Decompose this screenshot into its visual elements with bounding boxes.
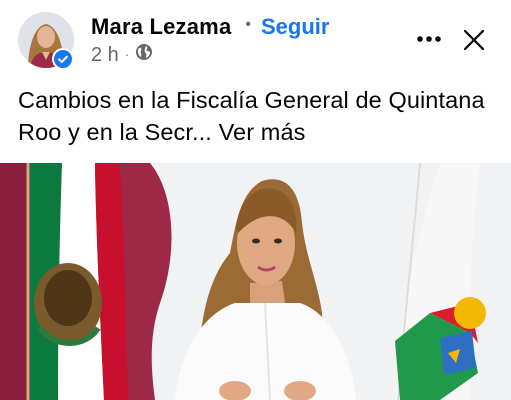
close-icon [463, 29, 485, 51]
see-more-link[interactable]: Ver más [219, 119, 306, 145]
post-video[interactable] [0, 163, 511, 400]
more-options-button[interactable] [412, 24, 446, 54]
post-meta: 2 h · [91, 42, 153, 68]
author-name[interactable]: Mara Lezama [91, 14, 231, 40]
author-row: Mara Lezama • Seguir [91, 12, 329, 42]
more-horizontal-icon [417, 36, 441, 42]
video-frame [0, 163, 511, 400]
post-text: Cambios en la Fiscalía General de Quinta… [18, 84, 498, 148]
post-header: Mara Lezama • Seguir 2 h · [0, 0, 511, 82]
separator-dot: • [245, 16, 251, 33]
mexico-flag [26, 163, 128, 400]
close-button[interactable] [456, 22, 492, 58]
post-timestamp[interactable]: 2 h [91, 44, 119, 67]
follow-button[interactable]: Seguir [261, 14, 329, 40]
verified-badge-icon [52, 48, 74, 70]
meta-separator: · [124, 46, 130, 62]
globe-icon[interactable] [135, 43, 153, 67]
